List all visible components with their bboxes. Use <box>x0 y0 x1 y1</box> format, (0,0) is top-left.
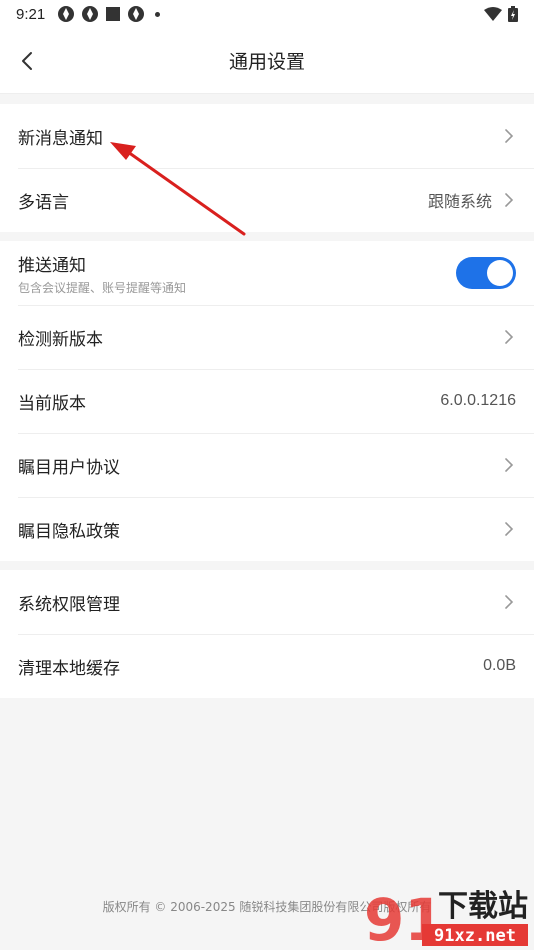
new-message-notification-item[interactable]: 新消息通知 <box>0 104 534 168</box>
check-new-version-item[interactable]: 检测新版本 <box>0 305 534 369</box>
app-notification-icon <box>58 6 75 22</box>
chevron-right-icon <box>502 594 516 610</box>
settings-group-general: 推送通知 包含会议提醒、账号提醒等通知 检测新版本 当前版本 6.0.0.121… <box>0 241 534 561</box>
more-notifications-dot <box>155 11 161 17</box>
version-value: 6.0.0.1216 <box>440 392 516 409</box>
settings-group-system: 系统权限管理 清理本地缓存 0.0B <box>0 570 534 698</box>
square-notification-icon <box>106 7 121 21</box>
battery-icon <box>508 6 518 22</box>
status-time: 9:21 <box>16 5 46 23</box>
row-label: 推送通知 <box>18 255 86 276</box>
settings-group-notifications: 新消息通知 多语言 跟随系统 <box>0 104 534 232</box>
watermark-logo: 91 下载站 91xz.net <box>364 886 528 950</box>
notification-icons <box>57 5 161 23</box>
status-right <box>484 6 518 22</box>
wifi-icon <box>484 7 502 21</box>
user-agreement-item[interactable]: 瞩目用户协议 <box>0 433 534 497</box>
current-version-item: 当前版本 6.0.0.1216 <box>0 369 534 433</box>
row-label: 瞩目隐私政策 <box>18 521 120 542</box>
language-item[interactable]: 多语言 跟随系统 <box>0 168 534 232</box>
chevron-right-icon <box>502 128 516 144</box>
row-label: 清理本地缓存 <box>18 658 120 679</box>
back-arrow-icon <box>22 52 32 70</box>
system-permissions-item[interactable]: 系统权限管理 <box>0 570 534 634</box>
row-label: 系统权限管理 <box>18 594 120 615</box>
push-notification-item: 推送通知 包含会议提醒、账号提醒等通知 <box>0 241 534 305</box>
language-value: 跟随系统 <box>427 192 492 211</box>
cache-size-value: 0.0B <box>483 657 516 674</box>
app-notification-icon <box>82 6 99 22</box>
status-bar: 9:21 <box>0 0 534 28</box>
row-label: 新消息通知 <box>18 128 103 149</box>
watermark-brand: 下载站 <box>438 889 528 924</box>
row-subtitle: 包含会议提醒、账号提醒等通知 <box>18 280 187 295</box>
row-label: 瞩目用户协议 <box>18 457 120 478</box>
watermark-url: 91xz.net <box>434 926 516 946</box>
chevron-right-icon <box>502 192 516 208</box>
clear-cache-item[interactable]: 清理本地缓存 0.0B <box>0 634 534 698</box>
row-label: 检测新版本 <box>18 329 103 350</box>
push-notification-toggle[interactable] <box>456 257 516 289</box>
page-title: 通用设置 <box>228 51 305 73</box>
row-label: 多语言 <box>18 192 69 213</box>
privacy-policy-item[interactable]: 瞩目隐私政策 <box>0 497 534 561</box>
chevron-right-icon <box>502 457 516 473</box>
chevron-right-icon <box>502 329 516 345</box>
app-header: 通用设置 <box>0 28 534 94</box>
toggle-knob <box>487 260 513 286</box>
app-notification-icon <box>128 6 145 22</box>
row-label: 当前版本 <box>18 393 86 414</box>
chevron-right-icon <box>502 521 516 537</box>
back-button[interactable] <box>12 44 42 78</box>
